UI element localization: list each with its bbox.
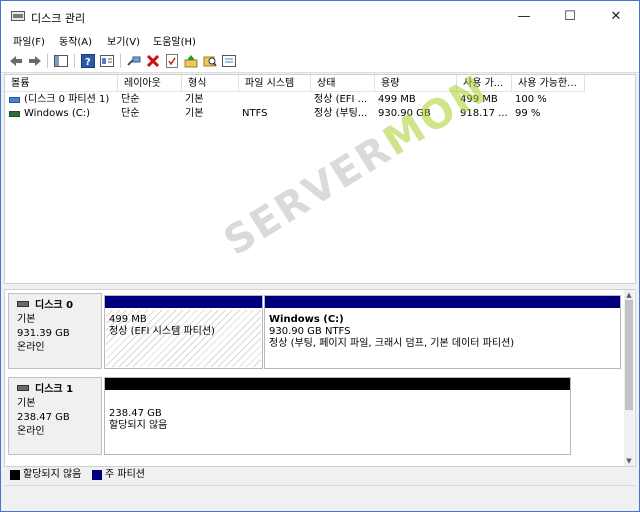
column-header-filesystem[interactable]: 파일 시스템 <box>239 75 311 92</box>
menu-file[interactable]: 파일(F) <box>13 33 45 48</box>
volume-type: 기본 <box>185 108 204 119</box>
scroll-down-icon[interactable]: ▼ <box>624 456 634 466</box>
volume-status: 정상 (EFI ... <box>314 94 368 105</box>
up-icon[interactable] <box>182 52 200 70</box>
console-tree-icon[interactable] <box>52 52 70 70</box>
volume-filesystem: NTFS <box>242 108 268 119</box>
partition-body: 499 MB 정상 (EFI 시스템 파티션) <box>106 310 261 367</box>
menu-bar: 파일(F) 동작(A) 보기(V) 도움말(H) <box>1 31 639 49</box>
help-icon[interactable]: ? <box>79 52 97 70</box>
legend-label-unallocated: 할당되지 않음 <box>23 469 82 480</box>
toolbar-separator <box>47 54 48 68</box>
check-icon[interactable] <box>163 52 181 70</box>
disk-1-info[interactable]: 디스크 1 기본 238.47 GB 온라인 <box>8 377 102 455</box>
partition-status: 할당되지 않음 <box>109 420 168 431</box>
partition-bar <box>105 296 262 308</box>
volume-icon <box>9 97 20 103</box>
partition-bar <box>105 378 570 390</box>
settings-icon[interactable] <box>220 52 238 70</box>
scroll-up-icon[interactable]: ▲ <box>624 290 634 300</box>
column-header-capacity[interactable]: 용량 <box>375 75 457 92</box>
volume-free-space: 918.17 ... <box>460 108 508 119</box>
partition-body: Windows (C:) 930.90 GB NTFS 정상 (부팅, 페이지 … <box>266 310 619 367</box>
partition-windows-c[interactable]: Windows (C:) 930.90 GB NTFS 정상 (부팅, 페이지 … <box>264 295 621 369</box>
volume-status: 정상 (부팅... <box>314 108 368 119</box>
legend-swatch-primary <box>92 470 102 480</box>
disk-type: 기본 <box>17 398 36 409</box>
disk-management-window: 디스크 관리 — ☐ ✕ 파일(F) 동작(A) 보기(V) 도움말(H) ? <box>0 0 640 512</box>
disk-layout-pane: 디스크 0 기본 931.39 GB 온라인 499 MB 정상 (EFI 시스… <box>4 289 636 467</box>
partition-title: Windows (C:) <box>269 314 344 325</box>
back-arrow-icon[interactable] <box>7 52 25 70</box>
connect-icon[interactable] <box>125 52 143 70</box>
volume-layout: 단순 <box>121 108 140 119</box>
volume-capacity: 499 MB <box>378 94 416 105</box>
volume-name: (디스크 0 파티션 1) <box>24 94 110 105</box>
table-row[interactable]: (디스크 0 파티션 1) 단순 기본 정상 (EFI ... 499 MB 4… <box>5 93 635 107</box>
partition-size: 930.90 GB NTFS <box>269 326 351 337</box>
disk-name: 디스크 0 <box>35 300 74 311</box>
disk-state: 온라인 <box>17 342 45 353</box>
volume-layout: 단순 <box>121 94 140 105</box>
volume-icon <box>9 111 20 117</box>
volume-list: 볼륨 레이아웃 형식 파일 시스템 상태 용량 사용 가... 사용 가능한..… <box>4 74 636 284</box>
partition-bar <box>265 296 620 308</box>
window-title: 디스크 관리 <box>31 12 86 25</box>
menu-view[interactable]: 보기(V) <box>107 33 140 48</box>
scroll-thumb[interactable] <box>625 300 633 410</box>
disk-type: 기본 <box>17 314 36 325</box>
disk-management-app-icon <box>11 11 25 21</box>
disk-0-info[interactable]: 디스크 0 기본 931.39 GB 온라인 <box>8 293 102 369</box>
forward-arrow-icon[interactable] <box>26 52 44 70</box>
partition-body: 238.47 GB 할당되지 않음 <box>106 392 569 453</box>
volume-capacity: 930.90 GB <box>378 108 431 119</box>
partition-size: 499 MB <box>109 314 147 325</box>
svg-text:?: ? <box>85 57 91 68</box>
column-header-status[interactable]: 상태 <box>311 75 375 92</box>
legend: 할당되지 않음 주 파티션 <box>4 467 636 483</box>
volume-free-space: 499 MB <box>460 94 498 105</box>
vertical-scrollbar[interactable]: ▲ ▼ <box>624 290 634 466</box>
disk-size: 238.47 GB <box>17 412 70 423</box>
close-button[interactable]: ✕ <box>593 1 639 31</box>
minimize-button[interactable]: — <box>501 1 547 31</box>
maximize-button[interactable]: ☐ <box>547 1 593 31</box>
disk-drive-icon <box>17 385 29 391</box>
partition-status: 정상 (EFI 시스템 파티션) <box>109 326 215 337</box>
title-bar: 디스크 관리 — ☐ ✕ <box>1 1 639 31</box>
partition-efi[interactable]: 499 MB 정상 (EFI 시스템 파티션) <box>104 295 263 369</box>
column-header-free-percent[interactable]: 사용 가능한... <box>512 75 585 92</box>
toolbar-separator <box>74 54 75 68</box>
menu-action[interactable]: 동작(A) <box>59 33 92 48</box>
disk-name: 디스크 1 <box>35 384 74 395</box>
properties-icon[interactable] <box>98 52 116 70</box>
toolbar-separator <box>120 54 121 68</box>
search-folder-icon[interactable] <box>201 52 219 70</box>
column-header-volume[interactable]: 볼륨 <box>5 75 118 92</box>
partition-size: 238.47 GB <box>109 408 162 419</box>
toolbar: ? <box>1 49 639 73</box>
table-row[interactable]: Windows (C:) 단순 기본 NTFS 정상 (부팅... 930.90… <box>5 107 635 121</box>
column-header-type[interactable]: 형식 <box>182 75 239 92</box>
partition-status: 정상 (부팅, 페이지 파일, 크래시 덤프, 기본 데이터 파티션) <box>269 338 515 349</box>
status-bar <box>4 485 636 505</box>
partition-unallocated[interactable]: 238.47 GB 할당되지 않음 <box>104 377 571 455</box>
legend-label-primary: 주 파티션 <box>105 469 145 480</box>
delete-icon[interactable] <box>144 52 162 70</box>
volume-name: Windows (C:) <box>24 108 90 119</box>
column-header-free-space[interactable]: 사용 가... <box>457 75 512 92</box>
disk-drive-icon <box>17 301 29 307</box>
menu-help[interactable]: 도움말(H) <box>153 33 196 48</box>
disk-state: 온라인 <box>17 426 45 437</box>
volume-free-percent: 100 % <box>515 94 547 105</box>
column-header-layout[interactable]: 레이아웃 <box>118 75 182 92</box>
legend-swatch-unallocated <box>10 470 20 480</box>
disk-size: 931.39 GB <box>17 328 70 339</box>
volume-free-percent: 99 % <box>515 108 541 119</box>
volume-type: 기본 <box>185 94 204 105</box>
